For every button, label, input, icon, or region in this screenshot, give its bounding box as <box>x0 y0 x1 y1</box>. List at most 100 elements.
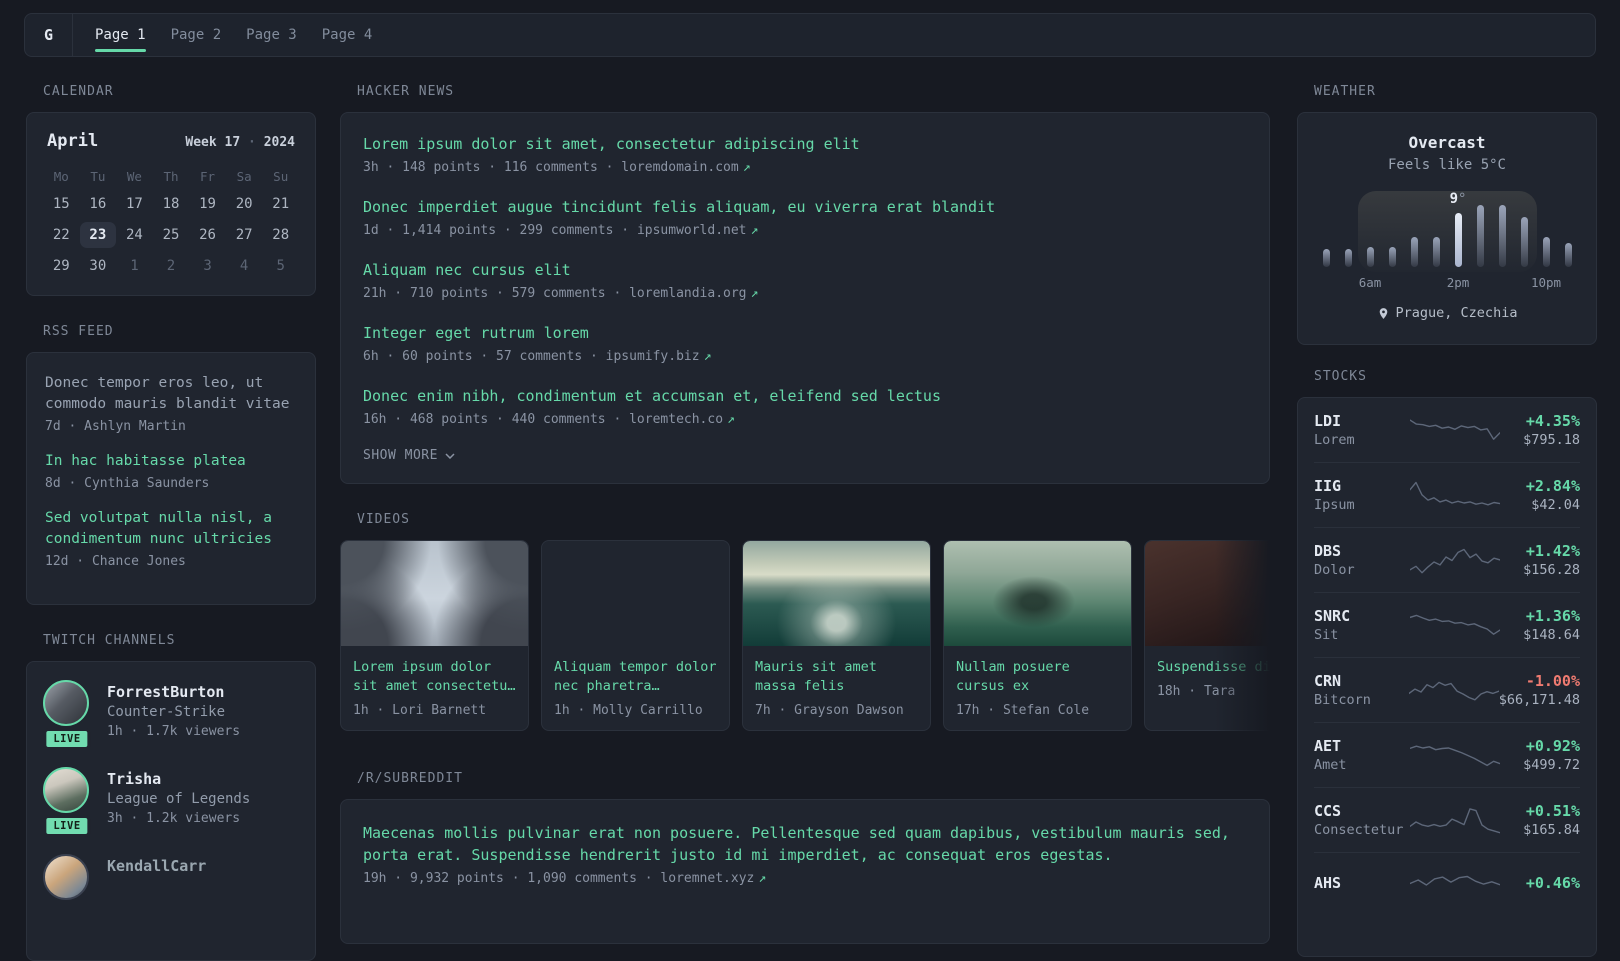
twitch-channel-name[interactable]: Trisha <box>107 769 250 789</box>
hackernews-item-title[interactable]: Aliquam nec cursus elit <box>363 259 1247 281</box>
video-title[interactable]: Lorem ipsum dolor sit amet consectetu… <box>353 658 516 696</box>
video-title[interactable]: Mauris sit amet massa felis <box>755 658 918 696</box>
page-tab-label: Page 3 <box>246 27 297 43</box>
video-title[interactable]: Aliquam tempor dolor nec pharetra… <box>554 658 717 696</box>
video-card-body: Aliquam tempor dolor nec pharetra… 1h · … <box>542 646 729 730</box>
video-card[interactable]: Nullam posuere cursus ex 17h · Stefan Co… <box>943 540 1132 731</box>
rss-item-title[interactable]: Sed volutpat nulla nisl, a condimentum n… <box>45 508 297 550</box>
video-card[interactable]: Lorem ipsum dolor sit amet consectetu… 1… <box>340 540 529 731</box>
page-tab-label: Page 1 <box>95 27 146 43</box>
video-thumbnail[interactable] <box>341 541 528 646</box>
calendar-day[interactable]: 17 <box>116 191 153 217</box>
calendar-weekday: Su <box>273 169 289 184</box>
external-link-icon: ↗ <box>758 871 767 886</box>
subreddit-post-domain[interactable]: loremnet.xyz <box>660 871 754 886</box>
page-tab[interactable]: Page 2 <box>171 14 222 56</box>
calendar-weekday: Tu <box>90 169 106 184</box>
calendar-day[interactable]: 27 <box>226 222 263 248</box>
calendar-day[interactable]: 1 <box>116 253 153 279</box>
twitch-avatar-wrap: LIVE <box>43 680 91 750</box>
rss-item: Sed volutpat nulla nisl, a condimentum n… <box>45 508 297 569</box>
hackernews-item-domain[interactable]: loremdomain.com <box>621 160 738 175</box>
video-thumbnail[interactable] <box>944 541 1131 646</box>
subreddit-section-title: /R/SUBREDDIT <box>357 771 463 786</box>
hackernews-item-domain[interactable]: loremtech.co <box>629 412 723 427</box>
calendar-weekday: We <box>126 169 142 184</box>
stock-row[interactable]: LDI Lorem +4.35% $795.18 <box>1314 398 1580 462</box>
show-more-label: SHOW MORE <box>363 448 438 463</box>
twitch-channel-name[interactable]: ForrestBurton <box>107 682 240 702</box>
video-meta: 17h · Stefan Cole <box>956 703 1090 718</box>
subreddit-post-title[interactable]: Maecenas mollis pulvinar erat non posuer… <box>363 822 1247 866</box>
calendar-day[interactable]: 29 <box>43 253 80 279</box>
calendar-day[interactable]: 26 <box>189 222 226 248</box>
calendar-day[interactable]: 25 <box>153 222 190 248</box>
hackernews-item-title[interactable]: Donec enim nibh, condimentum et accumsan… <box>363 385 1247 407</box>
calendar-day[interactable]: 4 <box>226 253 263 279</box>
twitch-channel[interactable]: KendallCarr <box>43 854 299 900</box>
stock-row[interactable]: DBS Dolor +1.42% $156.28 <box>1314 527 1580 592</box>
calendar-day[interactable]: 23 <box>79 222 117 248</box>
hackernews-item-domain[interactable]: loremlandia.org <box>629 286 746 301</box>
video-card[interactable]: Suspendisse diam 18h · Tara <box>1144 540 1270 731</box>
calendar-day[interactable]: 22 <box>43 222 80 248</box>
twitch-channel[interactable]: LIVE Trisha League of Legends 3h · 1.2k … <box>43 767 299 837</box>
calendar-day[interactable]: 24 <box>116 222 153 248</box>
twitch-channel-name[interactable]: KendallCarr <box>107 856 206 876</box>
video-thumbnail[interactable] <box>743 541 930 646</box>
video-thumbnail[interactable] <box>1145 541 1270 646</box>
calendar-day[interactable]: 20 <box>226 191 263 217</box>
stock-values: +4.35% $795.18 <box>1500 411 1580 449</box>
top-nav: G Page 1 Page 2 Page 3 Page 4 <box>24 13 1596 57</box>
twitch-section-title: TWITCH CHANNELS <box>43 633 176 648</box>
calendar-day[interactable]: 5 <box>262 253 299 279</box>
calendar-day[interactable]: 21 <box>262 191 299 217</box>
stock-row[interactable]: IIG Ipsum +2.84% $42.04 <box>1314 462 1580 527</box>
stock-percent-change: +1.42% <box>1525 542 1580 560</box>
rss-item-title[interactable]: Donec tempor eros leo, ut commodo mauris… <box>45 373 297 415</box>
hackernews-show-more[interactable]: SHOW MORE <box>363 448 1247 463</box>
stock-row[interactable]: SNRC Sit +1.36% $148.64 <box>1314 592 1580 657</box>
twitch-channel[interactable]: LIVE ForrestBurton Counter-Strike 1h · 1… <box>43 680 299 750</box>
stock-row[interactable]: AET Amet +0.92% $499.72 <box>1314 722 1580 787</box>
app-logo[interactable]: G <box>25 14 73 56</box>
hackernews-item-domain[interactable]: ipsumworld.net <box>637 223 747 238</box>
stock-row[interactable]: CRN Bitcorn -1.00% $66,171.48 <box>1314 657 1580 722</box>
calendar-day[interactable]: 28 <box>262 222 299 248</box>
video-thumbnail[interactable] <box>542 541 729 646</box>
calendar-day[interactable]: 16 <box>80 191 117 217</box>
hackernews-item: Lorem ipsum dolor sit amet, consectetur … <box>363 133 1247 177</box>
weather-location-row[interactable]: Prague, Czechia <box>1314 305 1580 321</box>
stock-sparkline <box>1410 875 1500 886</box>
hackernews-item-domain[interactable]: ipsumify.biz <box>606 349 700 364</box>
calendar-day[interactable]: 3 <box>189 253 226 279</box>
page-tab[interactable]: Page 4 <box>322 14 373 56</box>
video-card-body: Mauris sit amet massa felis 7h · Grayson… <box>743 646 930 730</box>
page-tab[interactable]: Page 3 <box>246 14 297 56</box>
calendar-day[interactable]: 15 <box>43 191 80 217</box>
video-title[interactable]: Nullam posuere cursus ex <box>956 658 1119 696</box>
hackernews-item-title[interactable]: Integer eget rutrum lorem <box>363 322 1247 344</box>
subreddit-post-stats: 19h · 9,932 points · 1,090 comments · <box>363 871 653 886</box>
hackernews-item-title[interactable]: Donec imperdiet augue tincidunt felis al… <box>363 196 1247 218</box>
hackernews-item-stats: 1d · 1,414 points · 299 comments · <box>363 223 630 238</box>
stock-row[interactable]: AHS +0.46% <box>1314 852 1580 913</box>
page-tab[interactable]: Page 1 <box>95 14 146 56</box>
video-card[interactable]: Aliquam tempor dolor nec pharetra… 1h · … <box>541 540 730 731</box>
rss-item-title[interactable]: In hac habitasse platea <box>45 451 297 472</box>
rss-item-meta: 12d · Chance Jones <box>45 554 186 569</box>
video-card[interactable]: Mauris sit amet massa felis 7h · Grayson… <box>742 540 931 731</box>
calendar-day[interactable]: 19 <box>189 191 226 217</box>
twitch-channel-info: Trisha League of Legends 3h · 1.2k viewe… <box>107 767 250 828</box>
calendar-day[interactable]: 30 <box>80 253 117 279</box>
calendar-day[interactable]: 18 <box>153 191 190 217</box>
video-title[interactable]: Suspendisse diam <box>1157 658 1270 677</box>
stock-row[interactable]: CCS Consectetur +0.51% $165.84 <box>1314 787 1580 852</box>
stock-symbol: LDI <box>1314 412 1342 430</box>
avatar <box>43 680 89 726</box>
videos-widget: VIDEOS Lorem ipsum dolor sit amet consec… <box>340 512 1270 731</box>
hackernews-item-title[interactable]: Lorem ipsum dolor sit amet, consectetur … <box>363 133 1247 155</box>
subreddit-post: Maecenas mollis pulvinar erat non posuer… <box>363 822 1247 888</box>
stocks-widget: STOCKS LDI Lorem +4.35% $795.18 IIG Ipsu… <box>1297 369 1597 957</box>
calendar-day[interactable]: 2 <box>153 253 190 279</box>
